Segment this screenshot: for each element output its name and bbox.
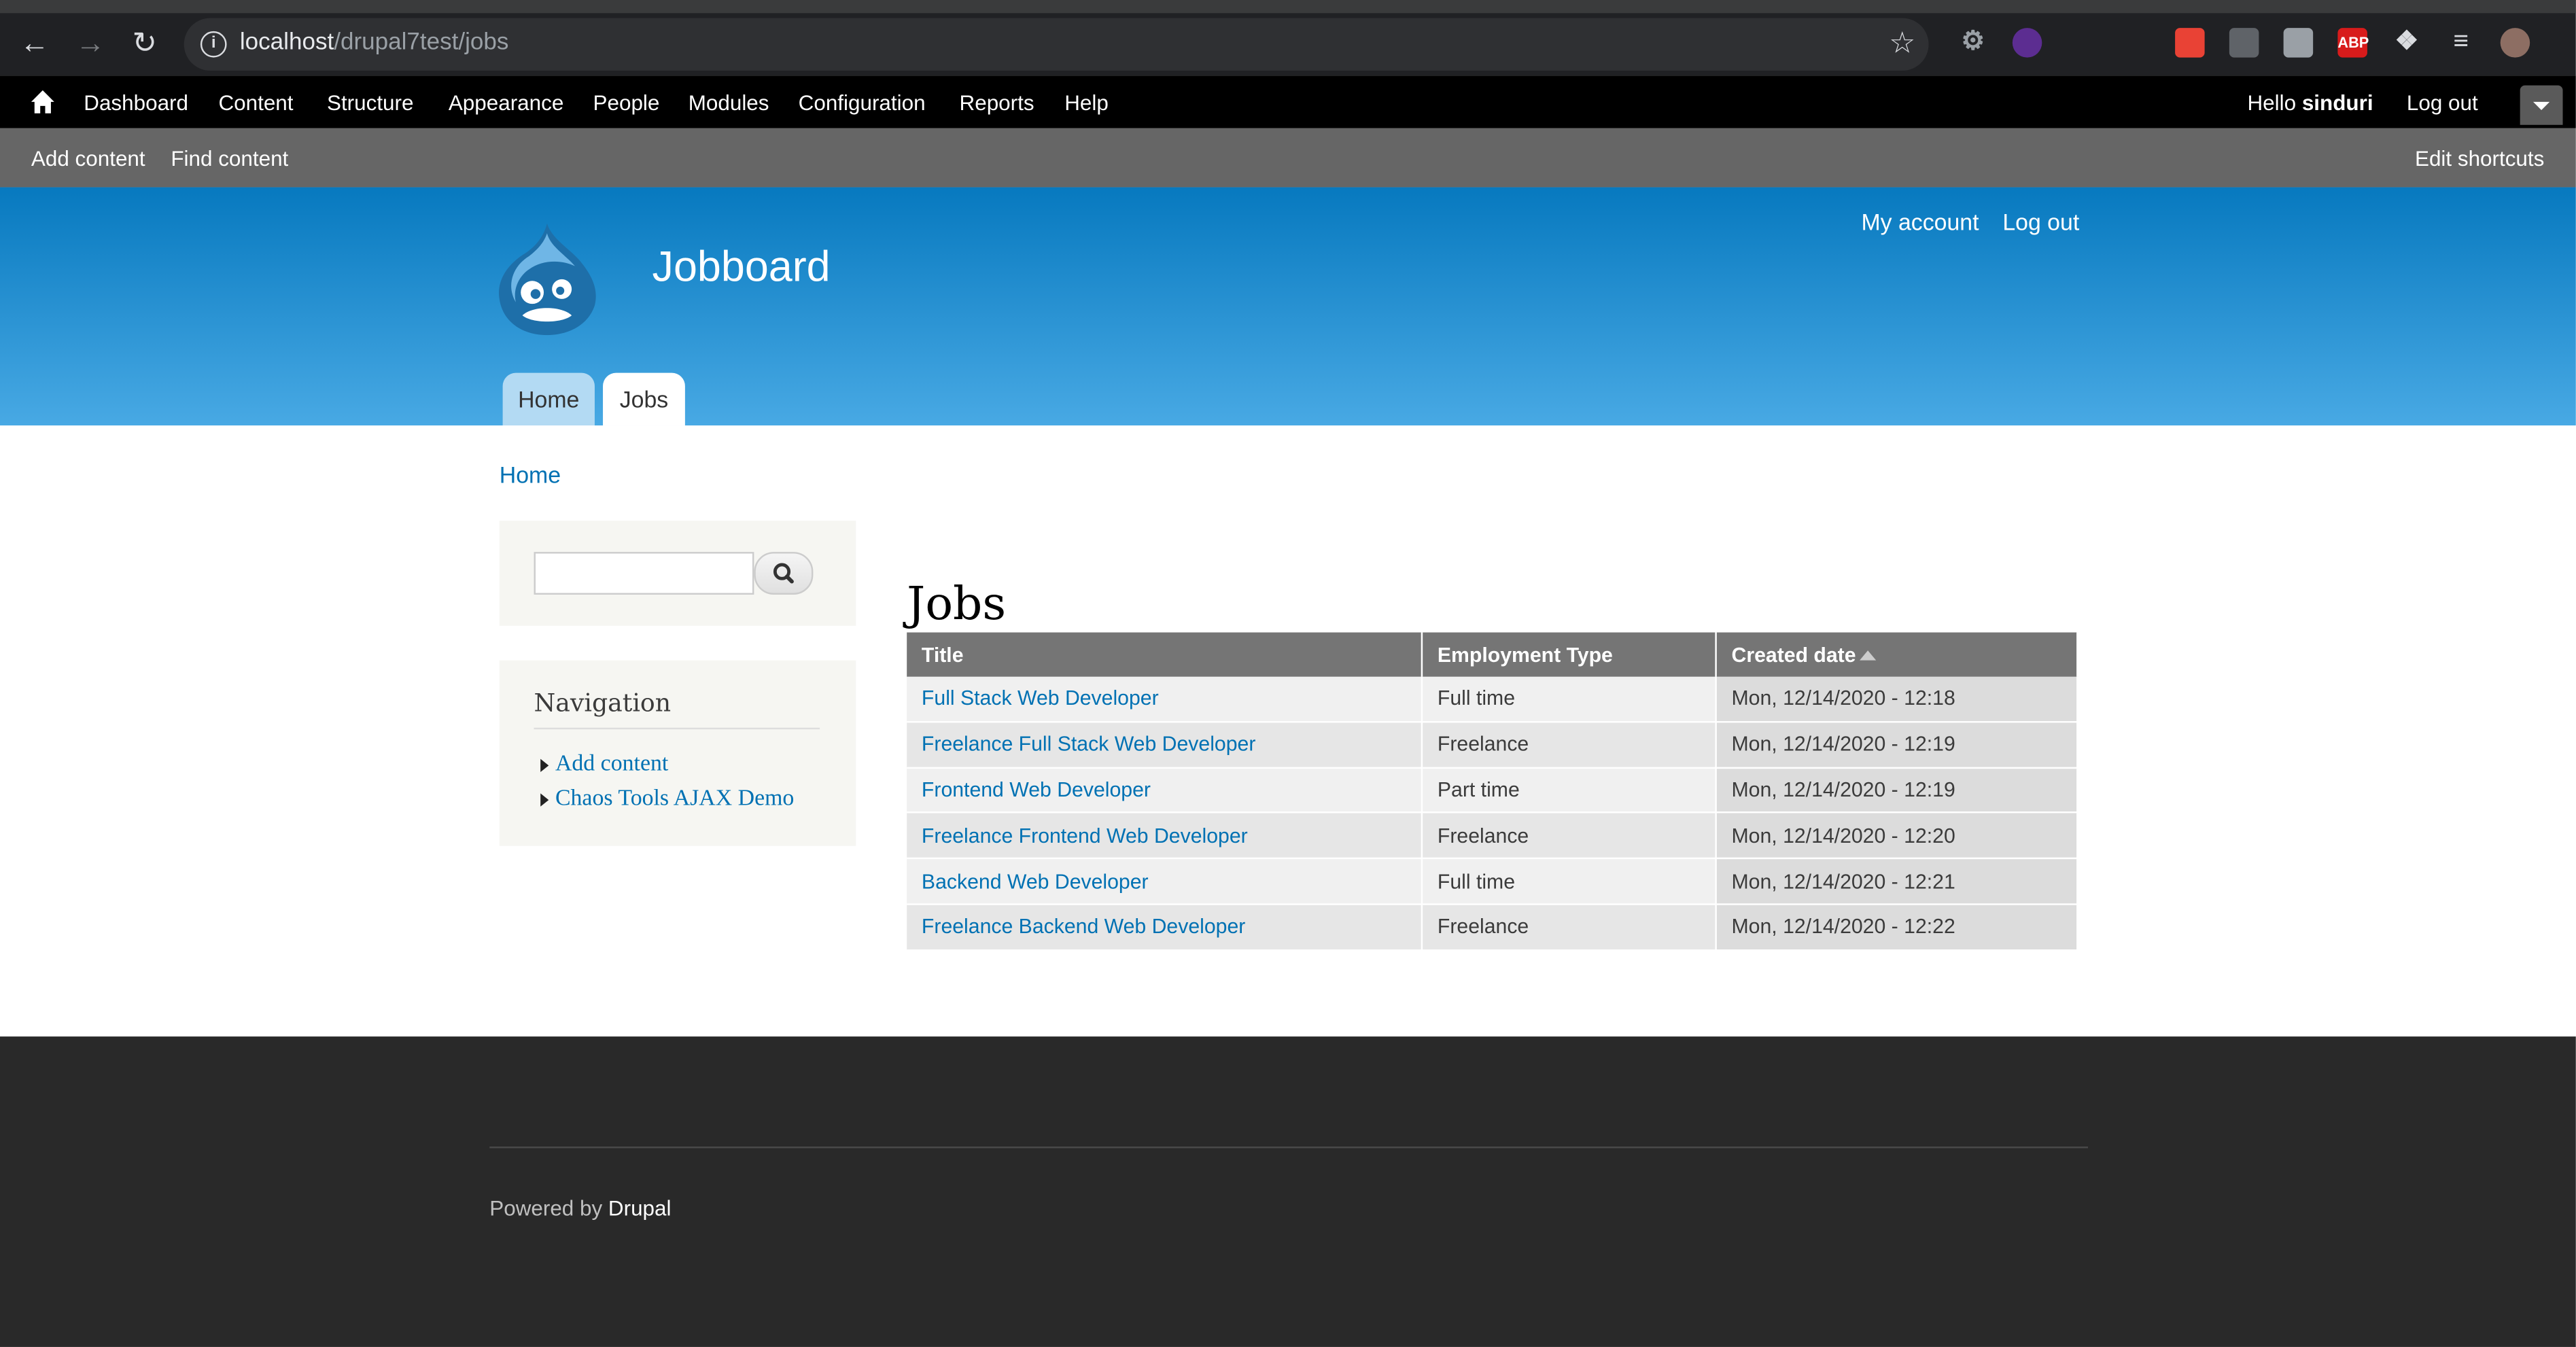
forward-icon[interactable]: → bbox=[71, 23, 110, 63]
table-row: Freelance Frontend Web Developer Freelanc… bbox=[907, 813, 2078, 860]
job-title-link[interactable]: Freelance Backend Web Developer bbox=[922, 915, 1245, 939]
site-header: Jobboard My account Log out Home Jobs bbox=[0, 187, 2576, 426]
gear-icon[interactable]: ⚙ bbox=[1958, 28, 1988, 58]
employment-type-cell: Freelance bbox=[1421, 721, 1717, 769]
tab-home[interactable]: Home bbox=[502, 372, 595, 426]
puzzle-icon[interactable]: ❖ bbox=[2392, 28, 2422, 58]
shortcuts-toggle-button[interactable] bbox=[2520, 85, 2563, 125]
job-title-link[interactable]: Freelance Full Stack Web Developer bbox=[922, 733, 1255, 756]
powered-by: Powered by Drupal bbox=[489, 1195, 672, 1221]
table-header-row: Title Employment Type Created date bbox=[907, 632, 2078, 677]
job-title-link[interactable]: Full Stack Web Developer bbox=[922, 687, 1159, 710]
created-date-cell: Mon, 12/14/2020 - 12:19 bbox=[1716, 721, 2078, 769]
toolbar-item-people[interactable]: People bbox=[593, 90, 660, 115]
url-text[interactable]: localhost/drupal7test/jobs bbox=[240, 30, 509, 56]
toolbar-logout-link[interactable]: Log out bbox=[2407, 90, 2478, 115]
search-block bbox=[499, 521, 856, 626]
job-title-link[interactable]: Backend Web Developer bbox=[922, 870, 1149, 893]
column-header-title[interactable]: Title bbox=[907, 632, 1423, 677]
toolbar-item-reports[interactable]: Reports bbox=[960, 90, 1034, 115]
hello-user: Hello sinduri bbox=[2247, 90, 2373, 116]
tab-jobs[interactable]: Jobs bbox=[603, 372, 685, 426]
browser-chrome: ← → ↻ i localhost/drupal7test/jobs ☆ ⚙ AB… bbox=[0, 0, 2576, 76]
job-title-cell: Backend Web Developer bbox=[907, 858, 1423, 905]
address-bar[interactable]: i localhost/drupal7test/jobs ☆ bbox=[184, 18, 1929, 71]
reading-list-icon[interactable]: ≡ bbox=[2446, 28, 2476, 58]
search-icon bbox=[773, 563, 794, 584]
toolbar-item-help[interactable]: Help bbox=[1064, 90, 1109, 115]
screenshot-icon[interactable] bbox=[2229, 28, 2259, 58]
site-info-icon[interactable]: i bbox=[200, 31, 227, 58]
back-icon[interactable]: ← bbox=[15, 23, 54, 63]
job-title-cell: Full Stack Web Developer bbox=[907, 676, 1423, 723]
created-date-cell: Mon, 12/14/2020 - 12:21 bbox=[1716, 858, 2078, 905]
header-logout-link[interactable]: Log out bbox=[2002, 209, 2079, 235]
table-row: Frontend Web Developer Part time Mon, 12/1… bbox=[907, 767, 2078, 814]
search-button[interactable] bbox=[754, 552, 814, 595]
drupal-link[interactable]: Drupal bbox=[608, 1196, 672, 1221]
profile-avatar-icon[interactable] bbox=[2500, 28, 2530, 58]
employment-type-cell: Full time bbox=[1421, 676, 1717, 723]
tab-strip bbox=[0, 0, 2576, 14]
adblock-icon[interactable]: ABP bbox=[2337, 28, 2369, 58]
breadcrumb-home-link[interactable]: Home bbox=[500, 461, 561, 488]
username-link[interactable]: sinduri bbox=[2302, 90, 2373, 115]
page-title: Jobs bbox=[907, 576, 1007, 631]
created-date-cell: Mon, 12/14/2020 - 12:19 bbox=[1716, 767, 2078, 814]
search-input[interactable] bbox=[534, 552, 754, 595]
toolbar-item-content[interactable]: Content bbox=[218, 90, 293, 115]
employment-type-cell: Freelance bbox=[1421, 813, 1717, 860]
toolbar-item-configuration[interactable]: Configuration bbox=[799, 90, 926, 115]
job-title-cell: Freelance Frontend Web Developer bbox=[907, 813, 1423, 860]
shortcut-add-content[interactable]: Add content bbox=[31, 146, 145, 171]
toolbar-item-modules[interactable]: Modules bbox=[689, 90, 769, 115]
sort-ascending-icon bbox=[1859, 649, 1876, 660]
column-header-employment-type[interactable]: Employment Type bbox=[1421, 632, 1717, 677]
shortcuts-bar: Add content Find content Edit shortcuts bbox=[0, 128, 2576, 188]
site-name-link[interactable]: Jobboard bbox=[652, 241, 831, 292]
job-title-cell: Freelance Backend Web Developer bbox=[907, 904, 1423, 951]
job-title-cell: Freelance Full Stack Web Developer bbox=[907, 721, 1423, 769]
my-account-link[interactable]: My account bbox=[1861, 209, 1979, 235]
nav-link-chaos-tools[interactable]: Chaos Tools AJAX Demo bbox=[540, 787, 794, 814]
nav-link-add-content[interactable]: Add content bbox=[540, 752, 668, 779]
bookmark-star-icon[interactable]: ☆ bbox=[1889, 27, 1915, 61]
home-icon[interactable] bbox=[30, 89, 56, 116]
job-title-cell: Frontend Web Developer bbox=[907, 767, 1423, 814]
employment-type-cell: Freelance bbox=[1421, 904, 1717, 951]
navigation-divider bbox=[534, 727, 820, 730]
table-row: Freelance Full Stack Web Developer Freela… bbox=[907, 721, 2078, 769]
shortcut-find-content[interactable]: Find content bbox=[171, 146, 288, 171]
navigation-title: Navigation bbox=[534, 688, 672, 718]
toolbar-item-dashboard[interactable]: Dashboard bbox=[84, 90, 188, 115]
jobs-table: Title Employment Type Created date Full … bbox=[907, 632, 2078, 951]
job-title-link[interactable]: Freelance Frontend Web Developer bbox=[922, 824, 1248, 847]
drupal-logo[interactable] bbox=[496, 220, 598, 336]
table-row: Full Stack Web Developer Full time Mon, 12… bbox=[907, 676, 2078, 723]
employment-type-cell: Part time bbox=[1421, 767, 1717, 814]
column-header-created-date[interactable]: Created date bbox=[1716, 632, 2078, 677]
created-date-cell: Mon, 12/14/2020 - 12:20 bbox=[1716, 813, 2078, 860]
site-footer: Powered by Drupal bbox=[0, 1036, 2576, 1347]
created-date-cell: Mon, 12/14/2020 - 12:18 bbox=[1716, 676, 2078, 723]
table-row: Freelance Backend Web Developer Freelance… bbox=[907, 904, 2078, 951]
toolbar-item-structure[interactable]: Structure bbox=[327, 90, 413, 115]
job-title-link[interactable]: Frontend Web Developer bbox=[922, 779, 1151, 802]
employment-type-cell: Full time bbox=[1421, 858, 1717, 905]
font-icon[interactable] bbox=[2283, 28, 2314, 58]
edit-shortcuts-link[interactable]: Edit shortcuts bbox=[2415, 146, 2544, 171]
toolbar-item-appearance[interactable]: Appearance bbox=[449, 90, 563, 115]
table-row: Backend Web Developer Full time Mon, 12/14… bbox=[907, 858, 2078, 905]
navigation-block: Navigation Add content Chaos Tools AJAX … bbox=[499, 660, 856, 846]
tor-icon[interactable] bbox=[2012, 28, 2042, 58]
color-picker-icon[interactable] bbox=[2175, 28, 2205, 58]
footer-divider bbox=[489, 1147, 2089, 1149]
created-date-cell: Mon, 12/14/2020 - 12:22 bbox=[1716, 904, 2078, 951]
reload-icon[interactable]: ↻ bbox=[125, 23, 164, 63]
page: ← → ↻ i localhost/drupal7test/jobs ☆ ⚙ AB… bbox=[0, 0, 2576, 1347]
admin-toolbar: Dashboard Content Structure Appearance Peopl… bbox=[0, 75, 2576, 128]
